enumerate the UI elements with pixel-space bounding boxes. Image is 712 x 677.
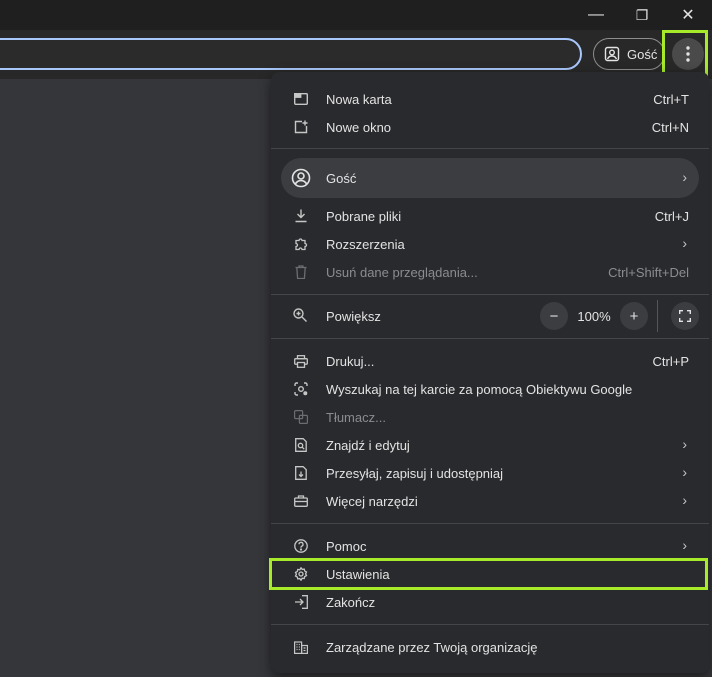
toolbox-icon xyxy=(293,493,309,509)
menu-item-google-lens[interactable]: Wyszukaj na tej karcie za pomocą Obiekty… xyxy=(271,375,709,403)
minimize-icon: — xyxy=(588,6,604,23)
menu-item-guest-profile[interactable]: Gość › xyxy=(281,158,699,198)
menu-item-print[interactable]: Drukuj... Ctrl+P xyxy=(271,347,709,375)
menu-item-label: Znajdź i edytuj xyxy=(326,438,410,453)
business-icon xyxy=(293,639,309,655)
profile-chip-button[interactable]: Gość xyxy=(593,38,665,70)
chevron-right-icon: › xyxy=(682,235,687,251)
address-bar[interactable] xyxy=(0,38,582,70)
menu-separator xyxy=(271,523,709,524)
menu-item-label: Drukuj... xyxy=(326,354,375,369)
menu-item-managed-by-organization[interactable]: Zarządzane przez Twoją organizację xyxy=(271,633,709,661)
menu-item-help[interactable]: Pomoc › xyxy=(271,532,709,560)
extension-icon xyxy=(293,236,309,252)
minus-icon: − xyxy=(549,307,559,325)
menu-item-label: Gość xyxy=(326,171,357,186)
menu-item-downloads[interactable]: Pobrane pliki Ctrl+J xyxy=(271,202,709,230)
menu-button-highlight xyxy=(662,30,708,76)
menu-item-exit[interactable]: Zakończ xyxy=(271,588,709,616)
minimize-button[interactable]: — xyxy=(573,0,619,30)
new-tab-icon xyxy=(293,91,309,107)
chevron-right-icon: › xyxy=(682,537,687,553)
menu-item-label: Zakończ xyxy=(326,595,376,610)
menu-separator xyxy=(271,338,709,339)
menu-separator xyxy=(271,294,709,295)
account-circle-icon xyxy=(291,168,311,188)
menu-item-extensions[interactable]: Rozszerzenia › xyxy=(271,230,709,258)
menu-item-label: Zarządzane przez Twoją organizację xyxy=(326,640,538,655)
title-bar: — ❐ ✕ xyxy=(0,0,712,30)
chevron-right-icon: › xyxy=(682,492,687,508)
settings-highlight xyxy=(269,558,708,590)
file-save-icon xyxy=(293,465,309,481)
find-in-page-icon xyxy=(293,437,309,453)
menu-item-label: Nowe okno xyxy=(326,120,392,135)
plus-icon: + xyxy=(629,307,639,325)
restore-icon: ❐ xyxy=(635,6,649,23)
trash-icon xyxy=(293,264,309,280)
menu-item-label: Więcej narzędzi xyxy=(326,494,418,509)
fullscreen-icon xyxy=(679,310,691,322)
menu-item-clear-browsing-data[interactable]: Usuń dane przeglądania... Ctrl+Shift+Del xyxy=(271,258,709,286)
menu-item-label: Pobrane pliki xyxy=(326,209,402,224)
zoom-level: 100% xyxy=(577,309,611,324)
exit-icon xyxy=(293,594,309,610)
menu-item-translate[interactable]: Tłumacz... xyxy=(271,403,709,431)
google-lens-icon xyxy=(293,381,309,397)
download-icon xyxy=(293,208,309,224)
menu-item-label: Przesyłaj, zapisuj i udostępniaj xyxy=(326,466,504,481)
chevron-right-icon: › xyxy=(682,464,687,480)
menu-item-label: Powiększ xyxy=(326,309,381,324)
new-window-icon xyxy=(293,119,309,135)
print-icon xyxy=(293,353,309,369)
menu-item-shortcut: Ctrl+Shift+Del xyxy=(608,265,689,280)
help-icon xyxy=(293,538,309,554)
menu-item-label: Nowa karta xyxy=(326,92,392,107)
menu-item-cast-save-share[interactable]: Przesyłaj, zapisuj i udostępniaj › xyxy=(271,459,709,487)
menu-item-new-window[interactable]: Nowe okno Ctrl+N xyxy=(271,113,709,141)
zoom-divider xyxy=(657,300,658,332)
close-button[interactable]: ✕ xyxy=(665,0,711,30)
menu-item-label: Usuń dane przeglądania... xyxy=(326,265,478,280)
person-square-icon xyxy=(604,46,620,62)
fullscreen-button[interactable] xyxy=(671,302,699,330)
menu-item-shortcut: Ctrl+T xyxy=(653,92,689,107)
restore-button[interactable]: ❐ xyxy=(619,0,665,30)
menu-item-label: Rozszerzenia xyxy=(326,237,405,252)
zoom-in-button[interactable]: + xyxy=(620,302,648,330)
menu-item-find-and-edit[interactable]: Znajdź i edytuj › xyxy=(271,431,709,459)
chevron-right-icon: › xyxy=(682,436,687,452)
menu-separator xyxy=(271,624,709,625)
menu-item-new-tab[interactable]: Nowa karta Ctrl+T xyxy=(271,85,709,113)
menu-item-label: Tłumacz... xyxy=(326,410,386,425)
profile-chip-label: Gość xyxy=(627,46,658,62)
translate-icon xyxy=(293,409,309,425)
menu-item-zoom: Powiększ − 100% + xyxy=(271,300,709,332)
chevron-right-icon: › xyxy=(682,169,687,185)
menu-item-shortcut: Ctrl+J xyxy=(654,209,689,224)
menu-separator xyxy=(271,148,709,149)
menu-item-label: Pomoc xyxy=(326,539,367,554)
menu-item-shortcut: Ctrl+N xyxy=(651,120,689,135)
close-icon: ✕ xyxy=(681,7,695,24)
menu-item-more-tools[interactable]: Więcej narzędzi › xyxy=(271,487,709,515)
zoom-icon xyxy=(293,308,307,322)
zoom-out-button[interactable]: − xyxy=(540,302,568,330)
menu-item-label: Wyszukaj na tej karcie za pomocą Obiekty… xyxy=(326,382,633,397)
menu-item-shortcut: Ctrl+P xyxy=(652,354,689,369)
